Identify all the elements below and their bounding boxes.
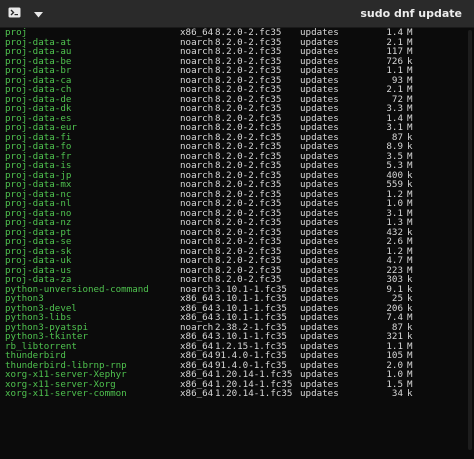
package-repo: updates — [300, 388, 339, 399]
package-name: proj-data-jp — [5, 170, 72, 180]
package-size-unit: M — [407, 112, 413, 124]
package-name: python3-devel — [5, 303, 77, 313]
package-name: proj-data-br — [5, 66, 72, 76]
package-name: proj-data-nc — [5, 189, 72, 199]
package-name: proj-data-mx — [5, 180, 72, 190]
package-size-unit: k — [407, 131, 413, 143]
package-size-unit: k — [407, 169, 413, 181]
package-name: proj-data-fr — [5, 151, 72, 161]
package-size-unit: M — [407, 103, 413, 114]
package-size-unit: M — [407, 36, 413, 48]
package-name: xorg-x11-server-Xephyr — [5, 370, 127, 380]
package-size-unit: k — [407, 179, 413, 190]
package-size-unit: k — [407, 293, 413, 304]
package-name: proj-data-be — [5, 56, 72, 66]
package-name: python3 — [5, 294, 44, 304]
package-name: proj-data-ca — [5, 75, 72, 85]
package-size-unit: M — [407, 255, 413, 266]
package-name: python3-tkinter — [5, 332, 88, 342]
package-row: xorg-x11-server-common x86_64 1.20.14-1.fc… — [5, 389, 474, 399]
package-name: proj-data-za — [5, 275, 72, 285]
package-name: proj-data-pt — [5, 227, 72, 237]
package-name: proj-data-de — [5, 94, 72, 104]
package-size-unit: k — [407, 226, 413, 238]
package-name: xorg-x11-server-common — [5, 389, 127, 399]
package-size-unit: M — [407, 340, 413, 352]
package-size-unit: M — [407, 264, 413, 276]
package-size-unit: M — [407, 46, 413, 57]
package-size-unit: M — [407, 27, 413, 38]
package-size-unit: M — [407, 150, 413, 162]
package-size-unit: M — [407, 198, 413, 209]
package-size-unit: M — [407, 245, 413, 257]
package-size-unit: k — [407, 331, 413, 342]
package-name: python-unversioned-command — [5, 284, 149, 294]
package-size-unit: k — [407, 388, 413, 399]
package-size-unit: M — [407, 84, 413, 95]
package-name: proj-data-nz — [5, 218, 72, 228]
package-size: 34 — [391, 388, 403, 399]
package-size-unit: k — [407, 141, 413, 152]
package-size-unit: k — [407, 55, 413, 67]
package-name: proj-data-is — [5, 161, 72, 171]
package-size-unit: M — [407, 350, 413, 361]
package-size-unit: M — [407, 236, 413, 247]
package-version: 1.20.14-1.fc35 — [215, 388, 293, 399]
package-size-unit: M — [407, 369, 413, 380]
chevron-down-icon — [33, 7, 43, 21]
terminal-icon — [8, 7, 21, 21]
package-name: proj-data-sk — [5, 246, 72, 256]
package-name: proj-data-fo — [5, 142, 72, 152]
package-size-unit: M — [407, 65, 413, 76]
terminal-output[interactable]: proj x86_64 8.2.0-2.fc35 updates 1.4 Mproj-da… — [0, 28, 474, 459]
package-name: proj-data-se — [5, 237, 72, 247]
package-size-unit: M — [407, 122, 413, 133]
package-size-unit: k — [407, 302, 413, 314]
package-size-unit: M — [407, 160, 413, 171]
package-name: proj-data-uk — [5, 256, 72, 266]
package-name: proj-data-au — [5, 47, 72, 57]
package-name: proj-data-ch — [5, 85, 72, 95]
package-name: xorg-x11-server-Xorg — [5, 379, 116, 389]
package-size-unit: M — [407, 207, 413, 219]
package-size-unit: M — [407, 359, 413, 371]
package-size-unit: M — [407, 312, 413, 323]
package-size-unit: k — [407, 283, 413, 295]
package-name: proj-data-us — [5, 265, 72, 275]
package-size-unit: M — [407, 74, 413, 86]
menu-button[interactable] — [28, 4, 48, 24]
window-titlebar: sudo dnf update — [0, 0, 474, 28]
package-name: thunderbird — [5, 351, 66, 361]
package-size-unit: M — [407, 188, 413, 200]
package-name: proj-data-dk — [5, 104, 72, 114]
package-name: python3-pyatspi — [5, 322, 88, 332]
package-name: rb_libtorrent — [5, 341, 77, 351]
package-name: proj-data-no — [5, 208, 72, 218]
package-name: proj-data-nl — [5, 199, 72, 209]
new-terminal-button[interactable] — [4, 4, 24, 24]
package-name: thunderbird-librnp-rnp — [5, 360, 127, 370]
package-name: proj-data-at — [5, 37, 72, 47]
package-size-unit: k — [407, 274, 413, 285]
package-size-unit: M — [407, 93, 413, 105]
window-title: sudo dnf update — [360, 7, 462, 20]
package-name: proj-data-eur — [5, 123, 77, 133]
scrollbar[interactable] — [468, 30, 472, 450]
package-size-unit: M — [407, 217, 413, 228]
package-size-unit: M — [407, 378, 413, 390]
package-name: proj-data-es — [5, 113, 72, 123]
package-arch: x86_64 — [180, 388, 214, 399]
package-name: python3-libs — [5, 313, 72, 323]
package-size-unit: k — [407, 321, 413, 333]
package-name: proj-data-fi — [5, 132, 72, 142]
package-name: proj — [5, 28, 28, 38]
